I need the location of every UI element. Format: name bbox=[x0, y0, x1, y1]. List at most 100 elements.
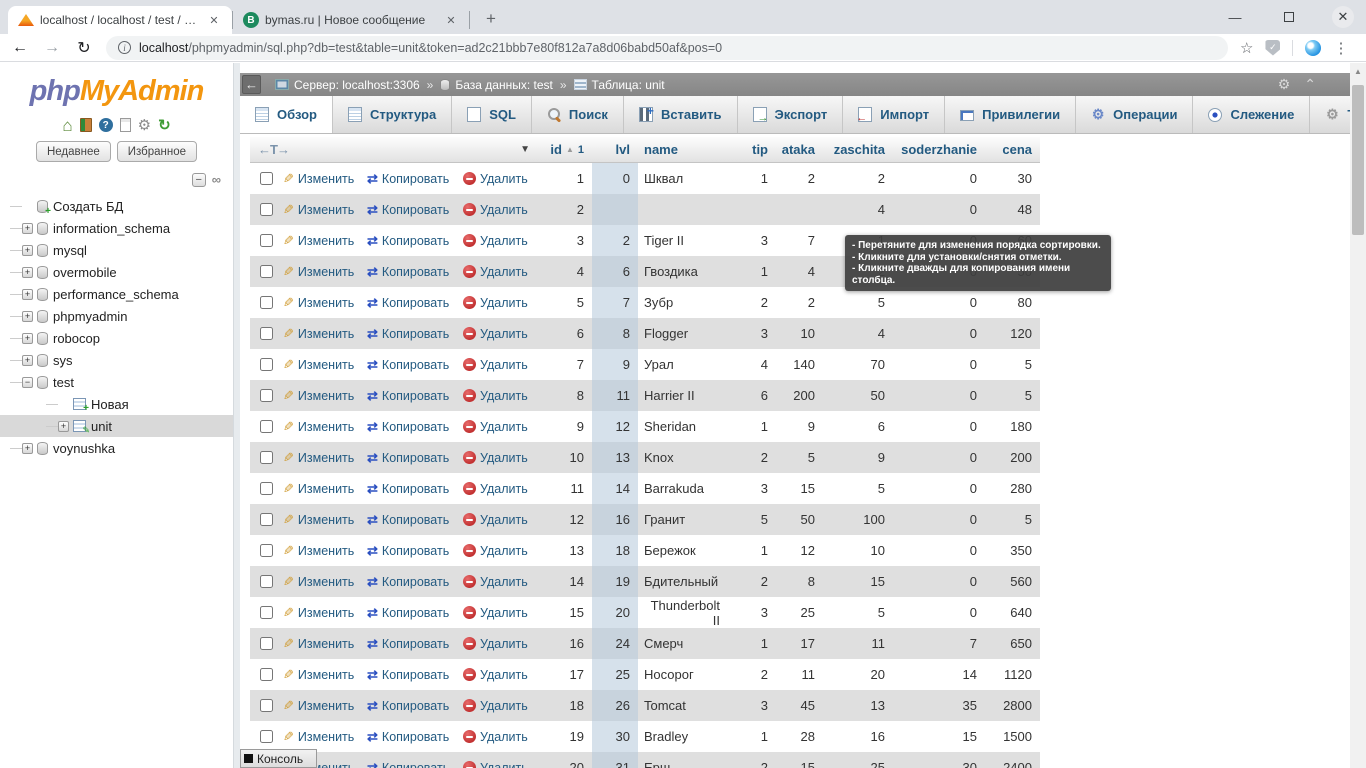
delete-link[interactable]: Удалить bbox=[463, 172, 528, 186]
close-button[interactable]: ✕ bbox=[1332, 6, 1354, 28]
cell-soderzhanie[interactable]: 0 bbox=[893, 349, 985, 380]
cell-lvl[interactable]: 20 bbox=[592, 597, 638, 628]
delete-link[interactable]: Удалить bbox=[463, 358, 528, 372]
minimize-button[interactable]: — bbox=[1224, 6, 1246, 28]
cell-zaschita[interactable]: 15 bbox=[823, 566, 893, 597]
edit-link[interactable]: ✎Изменить bbox=[283, 202, 367, 218]
cell-tip[interactable]: 1 bbox=[728, 411, 776, 442]
cell-id[interactable]: 10 bbox=[540, 442, 592, 473]
column-header-zaschita[interactable]: zaschita bbox=[823, 137, 893, 162]
edit-link[interactable]: ✎Изменить bbox=[283, 543, 367, 559]
row-checkbox[interactable] bbox=[260, 699, 273, 712]
bookmark-star-icon[interactable]: ☆ bbox=[1240, 39, 1253, 57]
cell-id[interactable]: 2 bbox=[540, 194, 592, 225]
column-header-lvl[interactable]: lvl bbox=[592, 137, 638, 162]
column-header-cena[interactable]: cena bbox=[985, 137, 1040, 162]
cell-name[interactable]: Носорог bbox=[638, 659, 728, 690]
cell-cena[interactable]: 180 bbox=[985, 411, 1040, 442]
cell-tip[interactable]: 3 bbox=[728, 318, 776, 349]
copy-link[interactable]: ⇄Копировать bbox=[367, 202, 463, 218]
cell-lvl[interactable]: 19 bbox=[592, 566, 638, 597]
cell-ataka[interactable] bbox=[776, 194, 823, 225]
copy-link[interactable]: ⇄Копировать bbox=[367, 543, 463, 559]
row-checkbox[interactable] bbox=[260, 637, 273, 650]
row-checkbox[interactable] bbox=[260, 234, 273, 247]
row-checkbox[interactable] bbox=[260, 265, 273, 278]
cell-tip[interactable]: 3 bbox=[728, 225, 776, 256]
cell-name[interactable]: Barrakuda bbox=[638, 473, 728, 504]
copy-link[interactable]: ⇄Копировать bbox=[367, 667, 463, 683]
cell-tip[interactable]: 2 bbox=[728, 442, 776, 473]
cell-cena[interactable]: 560 bbox=[985, 566, 1040, 597]
copy-link[interactable]: ⇄Копировать bbox=[367, 419, 463, 435]
cell-soderzhanie[interactable]: 0 bbox=[893, 318, 985, 349]
reload-icon[interactable]: ↻ bbox=[72, 36, 96, 60]
delete-link[interactable]: Удалить bbox=[463, 761, 528, 768]
cell-ataka[interactable]: 17 bbox=[776, 628, 823, 659]
delete-link[interactable]: Удалить bbox=[463, 451, 528, 465]
cell-cena[interactable]: 280 bbox=[985, 473, 1040, 504]
options-dropdown-icon[interactable]: ▼ bbox=[520, 144, 530, 155]
plus-expander-icon[interactable]: + bbox=[22, 311, 33, 322]
cell-ataka[interactable]: 28 bbox=[776, 721, 823, 752]
edit-link[interactable]: ✎Изменить bbox=[283, 326, 367, 342]
cell-lvl[interactable]: 16 bbox=[592, 504, 638, 535]
cell-tip[interactable]: 2 bbox=[728, 659, 776, 690]
delete-link[interactable]: Удалить bbox=[463, 730, 528, 744]
settings-gear-icon[interactable]: ⚙ bbox=[138, 118, 151, 133]
cell-soderzhanie[interactable]: 0 bbox=[893, 380, 985, 411]
tree-item-sys[interactable]: +sys bbox=[0, 349, 233, 371]
breadcrumb-server[interactable]: Сервер: localhost:3306 bbox=[294, 78, 420, 92]
cell-zaschita[interactable]: 4 bbox=[823, 194, 893, 225]
cell-soderzhanie[interactable]: 0 bbox=[893, 504, 985, 535]
row-checkbox[interactable] bbox=[260, 296, 273, 309]
cell-lvl[interactable]: 13 bbox=[592, 442, 638, 473]
cell-name[interactable]: Бережок bbox=[638, 535, 728, 566]
cell-id[interactable]: 4 bbox=[540, 256, 592, 287]
row-checkbox[interactable] bbox=[260, 172, 273, 185]
cell-id[interactable]: 19 bbox=[540, 721, 592, 752]
cell-soderzhanie[interactable]: 30 bbox=[893, 752, 985, 768]
delete-link[interactable]: Удалить bbox=[463, 637, 528, 651]
cell-ataka[interactable]: 15 bbox=[776, 473, 823, 504]
cell-cena[interactable]: 1120 bbox=[985, 659, 1040, 690]
cell-lvl[interactable]: 8 bbox=[592, 318, 638, 349]
cell-soderzhanie[interactable]: 0 bbox=[893, 163, 985, 194]
edit-link[interactable]: ✎Изменить bbox=[283, 264, 367, 280]
delete-link[interactable]: Удалить bbox=[463, 668, 528, 682]
edit-link[interactable]: ✎Изменить bbox=[283, 388, 367, 404]
tree-item-test[interactable]: −test bbox=[0, 371, 233, 393]
cell-lvl[interactable]: 30 bbox=[592, 721, 638, 752]
cell-tip[interactable]: 1 bbox=[728, 628, 776, 659]
tab-browse[interactable]: Обзор bbox=[240, 96, 333, 133]
logout-icon[interactable] bbox=[80, 118, 92, 132]
delete-link[interactable]: Удалить bbox=[463, 482, 528, 496]
browser-tab-active[interactable]: localhost / localhost / test / unit ✕ bbox=[8, 6, 232, 34]
edit-link[interactable]: ✎Изменить bbox=[283, 357, 367, 373]
scrollbar-up-icon[interactable]: ▲ bbox=[1350, 63, 1366, 79]
cell-soderzhanie[interactable]: 0 bbox=[893, 535, 985, 566]
copy-link[interactable]: ⇄Копировать bbox=[367, 636, 463, 652]
row-checkbox[interactable] bbox=[260, 327, 273, 340]
cell-lvl[interactable]: 24 bbox=[592, 628, 638, 659]
cell-ataka[interactable]: 25 bbox=[776, 597, 823, 628]
cell-zaschita[interactable]: 16 bbox=[823, 721, 893, 752]
menu-dots-icon[interactable]: ⋮ bbox=[1333, 39, 1348, 57]
cell-lvl[interactable]: 26 bbox=[592, 690, 638, 721]
collapse-menubar-icon[interactable]: ⌃ bbox=[1304, 76, 1316, 93]
cell-name[interactable]: Урал bbox=[638, 349, 728, 380]
row-checkbox[interactable] bbox=[260, 420, 273, 433]
browser-tab-inactive[interactable]: B bymas.ru | Новое сообщение ✕ bbox=[233, 6, 469, 34]
copy-link[interactable]: ⇄Копировать bbox=[367, 388, 463, 404]
cell-name[interactable]: Смерч bbox=[638, 628, 728, 659]
tree-item-Создать БД[interactable]: Создать БД bbox=[0, 195, 233, 217]
cell-lvl[interactable] bbox=[592, 194, 638, 225]
cell-zaschita[interactable]: 70 bbox=[823, 349, 893, 380]
cell-lvl[interactable]: 9 bbox=[592, 349, 638, 380]
cell-ataka[interactable]: 12 bbox=[776, 535, 823, 566]
cell-tip[interactable]: 4 bbox=[728, 349, 776, 380]
delete-link[interactable]: Удалить bbox=[463, 389, 528, 403]
tree-item-Новая[interactable]: Новая bbox=[0, 393, 233, 415]
phpmyadmin-logo[interactable]: phpMyAdmin bbox=[0, 75, 233, 108]
cell-zaschita[interactable]: 25 bbox=[823, 752, 893, 768]
